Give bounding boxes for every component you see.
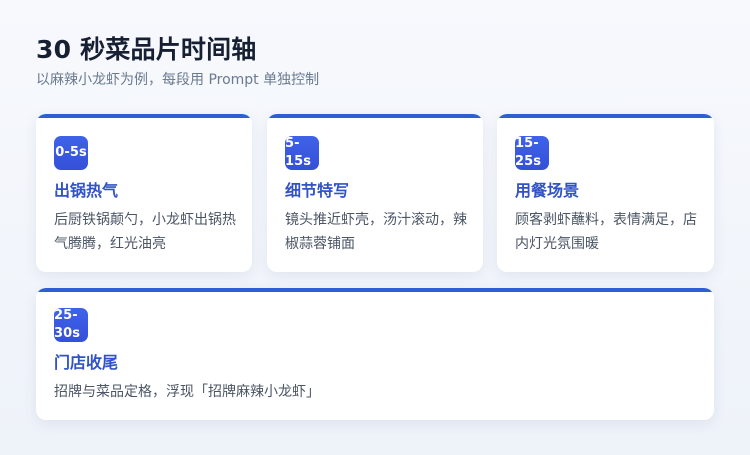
page-title: 30 秒菜品片时间轴 [36,35,257,64]
card-title: 出锅热气 [54,181,119,200]
page-subtitle: 以麻辣小龙虾为例，每段用 Prompt 单独控制 [36,72,320,88]
timeline-card-0-5s: 0-5s 出锅热气 后厨铁锅颠勺，小龙虾出锅热气腾腾，红光油亮 [36,114,252,272]
card-description: 招牌与菜品定格，浮现「招牌麻辣小龙虾」 [54,384,320,400]
card-title: 细节特写 [285,181,350,200]
time-badge: 15- 25s [515,136,549,170]
card-title: 用餐场景 [515,181,580,200]
card-title: 门店收尾 [54,353,119,372]
time-badge: 25- 30s [54,308,88,342]
timeline-card-25-30s: 25- 30s 门店收尾 招牌与菜品定格，浮现「招牌麻辣小龙虾」 [36,288,714,420]
time-badge: 5- 15s [285,136,319,170]
card-description: 顾客剥虾蘸料，表情满足，店内灯光氛围暖 [515,212,697,252]
time-badge: 0-5s [54,136,88,170]
card-description: 镜头推近虾壳，汤汁滚动，辣椒蒜蓉铺面 [285,212,467,252]
timeline-card-15-25s: 15- 25s 用餐场景 顾客剥虾蘸料，表情满足，店内灯光氛围暖 [497,114,714,272]
card-description: 后厨铁锅颠勺，小龙虾出锅热气腾腾，红光油亮 [54,212,236,252]
timeline-card-5-15s: 5- 15s 细节特写 镜头推近虾壳，汤汁滚动，辣椒蒜蓉铺面 [267,114,483,272]
